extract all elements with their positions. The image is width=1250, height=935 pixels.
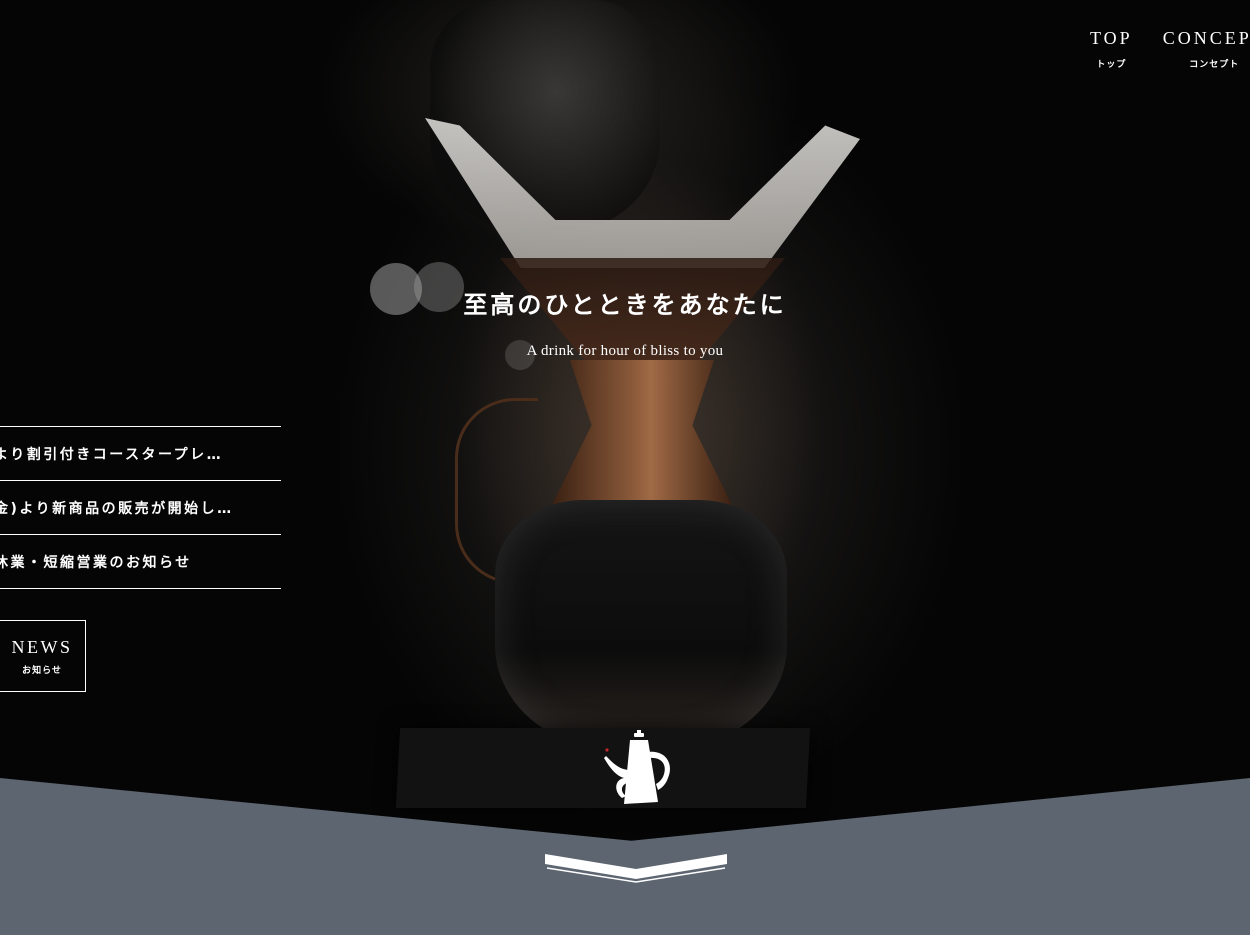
nav-label-en: TOP (1090, 28, 1133, 48)
nav-label-en: CONCEPT (1162, 28, 1250, 48)
news-list: より割引付きコースタープレ… 金)より新商品の販売が開始し… 休業・短縮営業のお… (0, 426, 281, 589)
kettle-icon (604, 730, 670, 804)
news-item-title: 休業・短縮営業のお知らせ (0, 554, 192, 571)
news-item-title: より割引付きコースタープレ… (0, 446, 224, 463)
global-nav: TOP トップ CONCEPT コンセプト (1090, 28, 1250, 70)
nav-item-concept[interactable]: CONCEPT コンセプト (1163, 28, 1250, 70)
hero-subline: A drink for hour of bliss to you (526, 343, 724, 359)
kettle-photo (430, 0, 660, 230)
nav-label-ja: トップ (1096, 60, 1127, 70)
nav-label-ja: コンセプト (1189, 60, 1240, 70)
dripper-wood-collar (552, 360, 732, 505)
news-button[interactable]: NEWS お知らせ (0, 620, 86, 692)
news-item-title: 金)より新商品の販売が開始し… (0, 500, 234, 517)
dripper-lower-glass (495, 500, 787, 750)
news-item[interactable]: 金)より新商品の販売が開始し… (0, 481, 281, 535)
nav-item-top[interactable]: TOP トップ (1090, 28, 1133, 70)
hero-headline: 至高のひとときをあなたに (463, 290, 787, 319)
chevron-down-icon[interactable] (545, 852, 727, 886)
news-item[interactable]: 休業・短縮営業のお知らせ (0, 535, 281, 589)
news-item[interactable]: より割引付きコースタープレ… (0, 427, 281, 481)
news-button-label-en: NEWS (11, 637, 73, 657)
news-button-label-ja: お知らせ (22, 666, 62, 676)
